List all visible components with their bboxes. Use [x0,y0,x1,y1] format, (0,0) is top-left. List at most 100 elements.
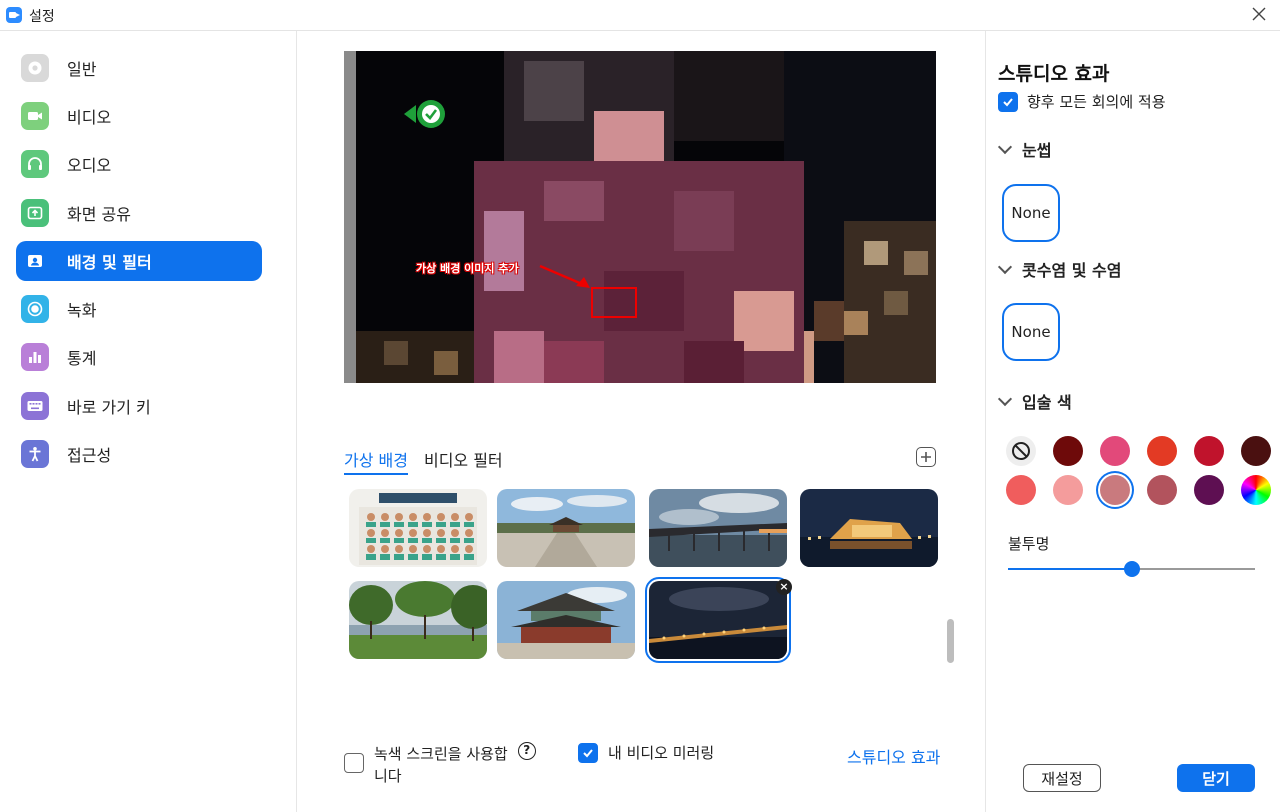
lip-color-swatch[interactable] [1147,475,1177,505]
sidebar-item-share-screen[interactable]: 화면 공유 [16,193,262,233]
screen-share-icon [21,199,49,227]
eyebrows-section-header[interactable]: 눈썹 [997,137,1052,161]
sidebar-item-label: 녹화 [67,301,97,320]
no-color-icon [1012,442,1030,460]
opacity-label: 불투명 [1008,535,1050,553]
background-tabs: 가상 배경 비디오 필터 [344,447,503,475]
mustache-section-header[interactable]: 콧수염 및 수염 [997,257,1121,281]
sidebar-item-label: 배경 및 필터 [67,253,152,272]
green-screen-checkbox[interactable] [344,753,364,773]
sidebar-item-label: 통계 [67,349,97,368]
thumbnails-scrollbar[interactable] [945,483,955,669]
lip-color-none-swatch[interactable] [1006,436,1036,466]
sidebar-item-shortcuts[interactable]: 바로 가기 키 [16,386,262,426]
lip-color-swatch[interactable] [1194,475,1224,505]
sidebar-item-general[interactable]: 일반 [16,48,262,88]
background-thumb-palace-hall[interactable] [497,581,635,659]
annotation-label: 가상 배경 이미지 추가 [416,262,519,275]
lip-color-custom-swatch[interactable] [1241,475,1271,505]
sidebar-item-label: 화면 공유 [67,205,131,224]
chevron-down-icon [997,259,1013,274]
lip-color-heading: 입술 색 [1022,393,1072,412]
mustache-none-button[interactable]: None [1002,303,1060,361]
green-screen-option[interactable]: 녹색 스크린을 사용합 니다 ? [344,742,536,787]
sidebar-item-label: 일반 [67,60,97,79]
tab-video-filters[interactable]: 비디오 필터 [424,447,503,475]
annotation-arrow-icon [539,264,590,288]
background-thumb-park-willows[interactable] [349,581,487,659]
studio-effects-link[interactable]: 스튜디오 효과 [847,744,940,768]
checkmark-icon [583,749,593,758]
lip-color-swatch[interactable] [1147,436,1177,466]
tab-virtual-background[interactable]: 가상 배경 [344,447,408,475]
lip-color-swatch[interactable] [1100,475,1130,505]
reset-button[interactable]: 재설정 [1023,764,1101,792]
opacity-slider-fill [1008,568,1132,570]
mirror-video-label: 내 비디오 미러링 [608,744,715,762]
checkmark-icon [1003,98,1013,107]
sidebar-item-label: 접근성 [67,446,112,465]
lip-color-section-header[interactable]: 입술 색 [997,389,1072,413]
palace-courtyard-thumb-image [497,489,635,567]
sidebar-item-label: 오디오 [67,156,112,175]
palace-hall-thumb-image [497,581,635,659]
sidebar-item-recording[interactable]: 녹화 [16,289,262,329]
green-screen-label-line2: 니다 [374,767,402,785]
classroom-thumb-image [349,489,487,567]
park-willows-thumb-image [349,581,487,659]
lip-color-swatch[interactable] [1053,475,1083,505]
bar-chart-icon [21,343,49,371]
close-button[interactable]: 닫기 [1177,764,1255,792]
background-thumb-night-bridge[interactable] [645,577,791,663]
annotation-highlight-box [591,287,637,318]
window-close-button[interactable] [1250,6,1268,24]
lip-color-swatch[interactable] [1100,436,1130,466]
night-bridge-thumb-image [649,581,787,659]
chevron-down-icon [997,139,1013,154]
eyebrows-heading: 눈썹 [1022,141,1052,160]
settings-sidebar: 일반 비디오 오디오 화면 공유 배경 및 필터 녹화 통계 바로 가기 키 접… [0,31,297,812]
background-thumb-night-riverside[interactable] [800,489,938,567]
add-background-button[interactable] [916,447,936,467]
opacity-slider-knob[interactable] [1123,561,1140,577]
plus-icon [921,452,931,462]
portrait-icon [21,247,49,275]
sidebar-item-accessibility[interactable]: 접근성 [16,434,262,474]
video-camera-icon [21,102,49,130]
sidebar-item-label: 바로 가기 키 [67,398,151,417]
opacity-slider[interactable] [1008,561,1255,577]
apply-future-meetings-checkbox[interactable] [998,92,1018,112]
green-screen-label-line1: 녹색 스크린을 사용합 [374,745,508,763]
preview-edge-bar [344,51,356,383]
sidebar-item-background-filters[interactable]: 배경 및 필터 [16,241,262,281]
mirror-video-checkbox[interactable] [578,743,598,763]
background-thumb-palace-courtyard[interactable] [497,489,635,567]
sidebar-item-audio[interactable]: 오디오 [16,144,262,184]
zoom-app-icon [6,7,22,23]
apply-future-meetings-option[interactable]: 향후 모든 회의에 적용 [998,92,1166,112]
eyebrows-none-button[interactable]: None [1002,184,1060,242]
sidebar-item-label: 비디오 [67,108,112,127]
lip-color-swatch[interactable] [1006,475,1036,505]
night-riverside-thumb-image [800,489,938,567]
lip-color-swatch[interactable] [1241,436,1271,466]
help-icon[interactable]: ? [517,742,536,760]
sidebar-item-statistics[interactable]: 통계 [16,337,262,377]
bridge-sunset-thumb-image [649,489,787,567]
title-bar: 설정 [0,0,1280,31]
sidebar-item-video[interactable]: 비디오 [16,96,262,136]
background-thumbnails: × [349,489,949,689]
background-thumb-classroom[interactable] [349,489,487,567]
lip-color-swatch[interactable] [1053,436,1083,466]
green-check-badge-icon [404,100,445,128]
scrollbar-thumb[interactable] [947,619,954,663]
window-title: 설정 [29,9,55,25]
background-thumb-bridge-sunset[interactable] [649,489,787,567]
mirror-video-option[interactable]: 내 비디오 미러링 [578,743,714,763]
lip-color-swatch[interactable] [1194,436,1224,466]
panel-title: 스튜디오 효과 [998,63,1110,85]
delete-background-button[interactable]: × [776,579,792,595]
gear-icon [21,54,49,82]
keyboard-icon [21,392,49,420]
video-preview: 가상 배경 이미지 추가 [344,51,936,383]
